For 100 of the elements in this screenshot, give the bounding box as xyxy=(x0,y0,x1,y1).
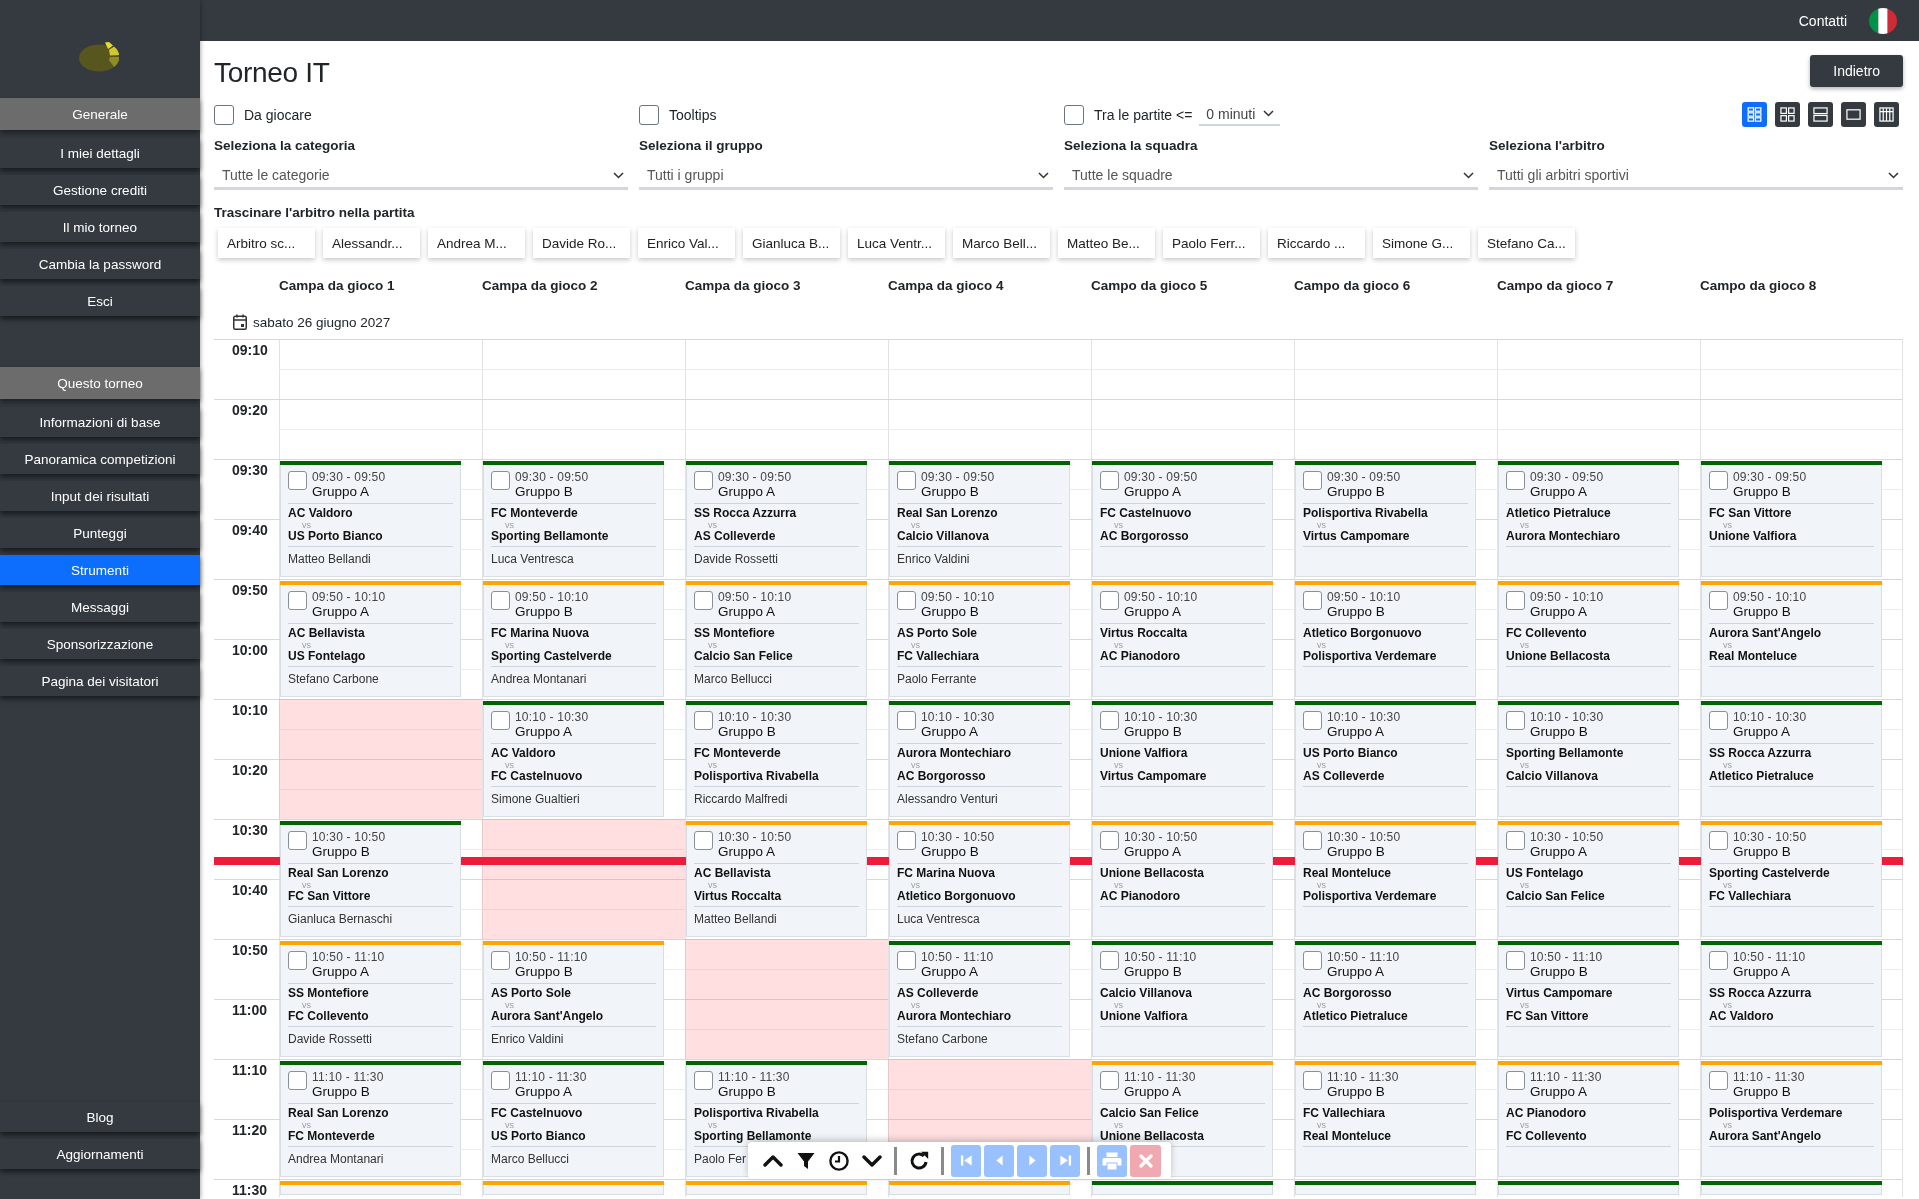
match-card[interactable]: 10:10 - 10:30 Gruppo A SS Rocca Azzurra vs Atletico Pietraluce xyxy=(1701,701,1882,817)
sidebar-item[interactable]: Informazioni di base xyxy=(0,407,200,437)
referee-chip[interactable]: Stefano Ca... xyxy=(1478,228,1575,258)
match-card[interactable]: 09:50 - 10:10 Gruppo A AC Bellavista vs US Fontelago Stefano Carbone xyxy=(280,581,461,697)
referee-chip[interactable]: Simone G... xyxy=(1373,228,1470,258)
match-card[interactable]: 09:30 - 09:50 Gruppo B Real San Lorenzo vs Calcio Villanova Enrico Valdini xyxy=(889,461,1070,577)
match-card[interactable] xyxy=(1092,1181,1273,1195)
checkbox[interactable] xyxy=(1709,471,1728,490)
match-card[interactable]: 11:10 - 11:30 Gruppo A FC Castelnuovo vs US Porto Bianco Marco Bellucci xyxy=(483,1061,664,1177)
match-card[interactable]: 09:50 - 10:10 Gruppo A FC Collevento vs Unione Bellacosta xyxy=(1498,581,1679,697)
match-card[interactable]: 09:30 - 09:50 Gruppo A Atletico Pietraluce vs Aurora Montechiaro xyxy=(1498,461,1679,577)
sidebar-item[interactable]: Aggiornamenti xyxy=(0,1139,200,1169)
checkbox[interactable] xyxy=(694,711,713,730)
match-card[interactable]: 09:50 - 10:10 Gruppo B Atletico Borgonuovo vs Polisportiva Verdemare xyxy=(1295,581,1476,697)
referee-chip[interactable]: Marco Bell... xyxy=(953,228,1050,258)
checkbox[interactable] xyxy=(1506,471,1525,490)
match-card[interactable]: 10:50 - 11:10 Gruppo A AC Borgorosso vs Atletico Pietraluce xyxy=(1295,941,1476,1057)
checkbox[interactable] xyxy=(1506,1071,1525,1090)
checkbox[interactable] xyxy=(1303,951,1322,970)
checkbox[interactable] xyxy=(897,831,916,850)
match-card[interactable]: 10:10 - 10:30 Gruppo A AC Valdoro vs FC Castelnuovo Simone Gualtieri xyxy=(483,701,664,817)
checkbox[interactable] xyxy=(1506,711,1525,730)
match-card[interactable] xyxy=(1498,1181,1679,1195)
checkbox[interactable] xyxy=(1100,831,1119,850)
filter-select[interactable]: Tutti gli arbitri sportivi xyxy=(1489,163,1903,190)
match-card[interactable]: 09:50 - 10:10 Gruppo B AS Porto Sole vs FC Vallechiara Paolo Ferrante xyxy=(889,581,1070,697)
match-card[interactable]: 09:50 - 10:10 Gruppo A Virtus Roccalta vs AC Pianodoro xyxy=(1092,581,1273,697)
sidebar-item[interactable]: Pagina dei visitatori xyxy=(0,666,200,696)
match-card[interactable]: 09:50 - 10:10 Gruppo B FC Marina Nuova vs Sporting Castelverde Andrea Montanari xyxy=(483,581,664,697)
match-card[interactable] xyxy=(1701,1181,1882,1195)
match-card[interactable]: 09:30 - 09:50 Gruppo A AC Valdoro vs US Porto Bianco Matteo Bellandi xyxy=(280,461,461,577)
referee-chip[interactable]: Luca Ventr... xyxy=(848,228,945,258)
match-card[interactable]: 10:30 - 10:50 Gruppo B Real San Lorenzo vs FC San Vittore Gianluca Bernaschi xyxy=(280,821,461,937)
checkbox[interactable] xyxy=(1709,711,1728,730)
match-card[interactable]: 10:50 - 11:10 Gruppo B Virtus Campomare vs FC San Vittore xyxy=(1498,941,1679,1057)
checkbox[interactable] xyxy=(491,711,510,730)
sidebar-item[interactable]: Esci xyxy=(0,286,200,316)
match-card[interactable]: 10:30 - 10:50 Gruppo A Unione Bellacosta vs AC Pianodoro xyxy=(1092,821,1273,937)
checkbox[interactable] xyxy=(491,471,510,490)
sidebar-item[interactable]: Input dei risultati xyxy=(0,481,200,511)
checkbox[interactable] xyxy=(1064,104,1084,125)
flag-icon[interactable] xyxy=(1869,7,1897,34)
match-card[interactable]: 09:50 - 10:10 Gruppo A SS Montefiore vs Calcio San Felice Marco Bellucci xyxy=(686,581,867,697)
match-card[interactable]: 10:50 - 11:10 Gruppo A AS Colleverde vs Aurora Montechiaro Stefano Carbone xyxy=(889,941,1070,1057)
match-card[interactable]: 10:30 - 10:50 Gruppo B Real Monteluce vs Polisportiva Verdemare xyxy=(1295,821,1476,937)
match-card[interactable]: 09:30 - 09:50 Gruppo A FC Castelnuovo vs AC Borgorosso xyxy=(1092,461,1273,577)
sidebar-item[interactable]: Punteggi xyxy=(0,518,200,548)
match-card[interactable]: 09:30 - 09:50 Gruppo B FC San Vittore vs Unione Valfiora xyxy=(1701,461,1882,577)
match-card[interactable]: 10:30 - 10:50 Gruppo A AC Bellavista vs Virtus Roccalta Matteo Bellandi xyxy=(686,821,867,937)
view-mode-button[interactable] xyxy=(1775,102,1800,127)
sidebar-item[interactable]: Messaggi xyxy=(0,592,200,622)
checkbox[interactable] xyxy=(1100,471,1119,490)
referee-chip[interactable]: Davide Ro... xyxy=(533,228,630,258)
view-mode-button[interactable] xyxy=(1808,102,1833,127)
checkbox[interactable] xyxy=(639,104,659,125)
match-card[interactable]: 10:10 - 10:30 Gruppo B FC Monteverde vs Polisportiva Rivabella Riccardo Malfredi xyxy=(686,701,867,817)
match-card[interactable]: 11:10 - 11:30 Gruppo A AC Pianodoro vs FC Collevento xyxy=(1498,1061,1679,1177)
referee-chip[interactable]: Andrea M... xyxy=(428,228,525,258)
match-card[interactable]: 10:10 - 10:30 Gruppo B Unione Valfiora vs Virtus Campomare xyxy=(1092,701,1273,817)
checkbox[interactable] xyxy=(694,1071,713,1090)
checkbox[interactable] xyxy=(288,951,307,970)
checkbox[interactable] xyxy=(694,831,713,850)
referee-chip[interactable]: Arbitro sc... xyxy=(218,228,315,258)
checkbox[interactable] xyxy=(288,471,307,490)
checkbox[interactable] xyxy=(897,591,916,610)
match-card[interactable]: 10:30 - 10:50 Gruppo A US Fontelago vs Calcio San Felice xyxy=(1498,821,1679,937)
view-mode-button[interactable] xyxy=(1841,102,1866,127)
checkbox[interactable] xyxy=(1709,1071,1728,1090)
referee-chip[interactable]: Alessandr... xyxy=(323,228,420,258)
match-card[interactable]: 09:50 - 10:10 Gruppo B Aurora Sant'Angelo vs Real Monteluce xyxy=(1701,581,1882,697)
sidebar-item[interactable]: Blog xyxy=(0,1102,200,1132)
match-card[interactable]: 10:50 - 11:10 Gruppo A SS Rocca Azzurra vs AC Valdoro xyxy=(1701,941,1882,1057)
match-card[interactable]: 11:10 - 11:30 Gruppo B Real San Lorenzo vs FC Monteverde Andrea Montanari xyxy=(280,1061,461,1177)
match-card[interactable]: 10:10 - 10:30 Gruppo A US Porto Bianco vs AS Colleverde xyxy=(1295,701,1476,817)
checkbox[interactable] xyxy=(897,951,916,970)
match-card[interactable]: 10:10 - 10:30 Gruppo B Sporting Bellamonte vs Calcio Villanova xyxy=(1498,701,1679,817)
checkbox[interactable] xyxy=(1303,1071,1322,1090)
checkbox[interactable] xyxy=(1100,951,1119,970)
checkbox[interactable] xyxy=(1303,711,1322,730)
match-card[interactable]: 09:30 - 09:50 Gruppo B Polisportiva Rivabella vs Virtus Campomare xyxy=(1295,461,1476,577)
checkbox[interactable] xyxy=(1303,831,1322,850)
sidebar-item[interactable]: Il mio torneo xyxy=(0,212,200,242)
checkbox[interactable] xyxy=(1303,591,1322,610)
minutes-select[interactable]: 0 minuti xyxy=(1199,103,1281,126)
checkbox[interactable] xyxy=(1100,711,1119,730)
back-button[interactable]: Indietro xyxy=(1810,55,1903,87)
checkbox[interactable] xyxy=(1100,1071,1119,1090)
match-card[interactable]: 10:10 - 10:30 Gruppo A Aurora Montechiaro vs AC Borgorosso Alessandro Venturi xyxy=(889,701,1070,817)
checkbox[interactable] xyxy=(1709,831,1728,850)
checkbox[interactable] xyxy=(214,104,234,125)
match-card[interactable]: 09:30 - 09:50 Gruppo A SS Rocca Azzurra vs AS Colleverde Davide Rossetti xyxy=(686,461,867,577)
sidebar-item[interactable]: Cambia la password xyxy=(0,249,200,279)
checkbox[interactable] xyxy=(1506,951,1525,970)
checkbox[interactable] xyxy=(491,951,510,970)
match-card[interactable]: 10:50 - 11:10 Gruppo A SS Montefiore vs FC Collevento Davide Rossetti xyxy=(280,941,461,1057)
referee-chip[interactable]: Enrico Val... xyxy=(638,228,735,258)
match-card[interactable]: 10:30 - 10:50 Gruppo B Sporting Castelverde vs FC Vallechiara xyxy=(1701,821,1882,937)
checkbox[interactable] xyxy=(288,591,307,610)
checkbox[interactable] xyxy=(694,471,713,490)
sidebar-item[interactable]: Gestione crediti xyxy=(0,175,200,205)
